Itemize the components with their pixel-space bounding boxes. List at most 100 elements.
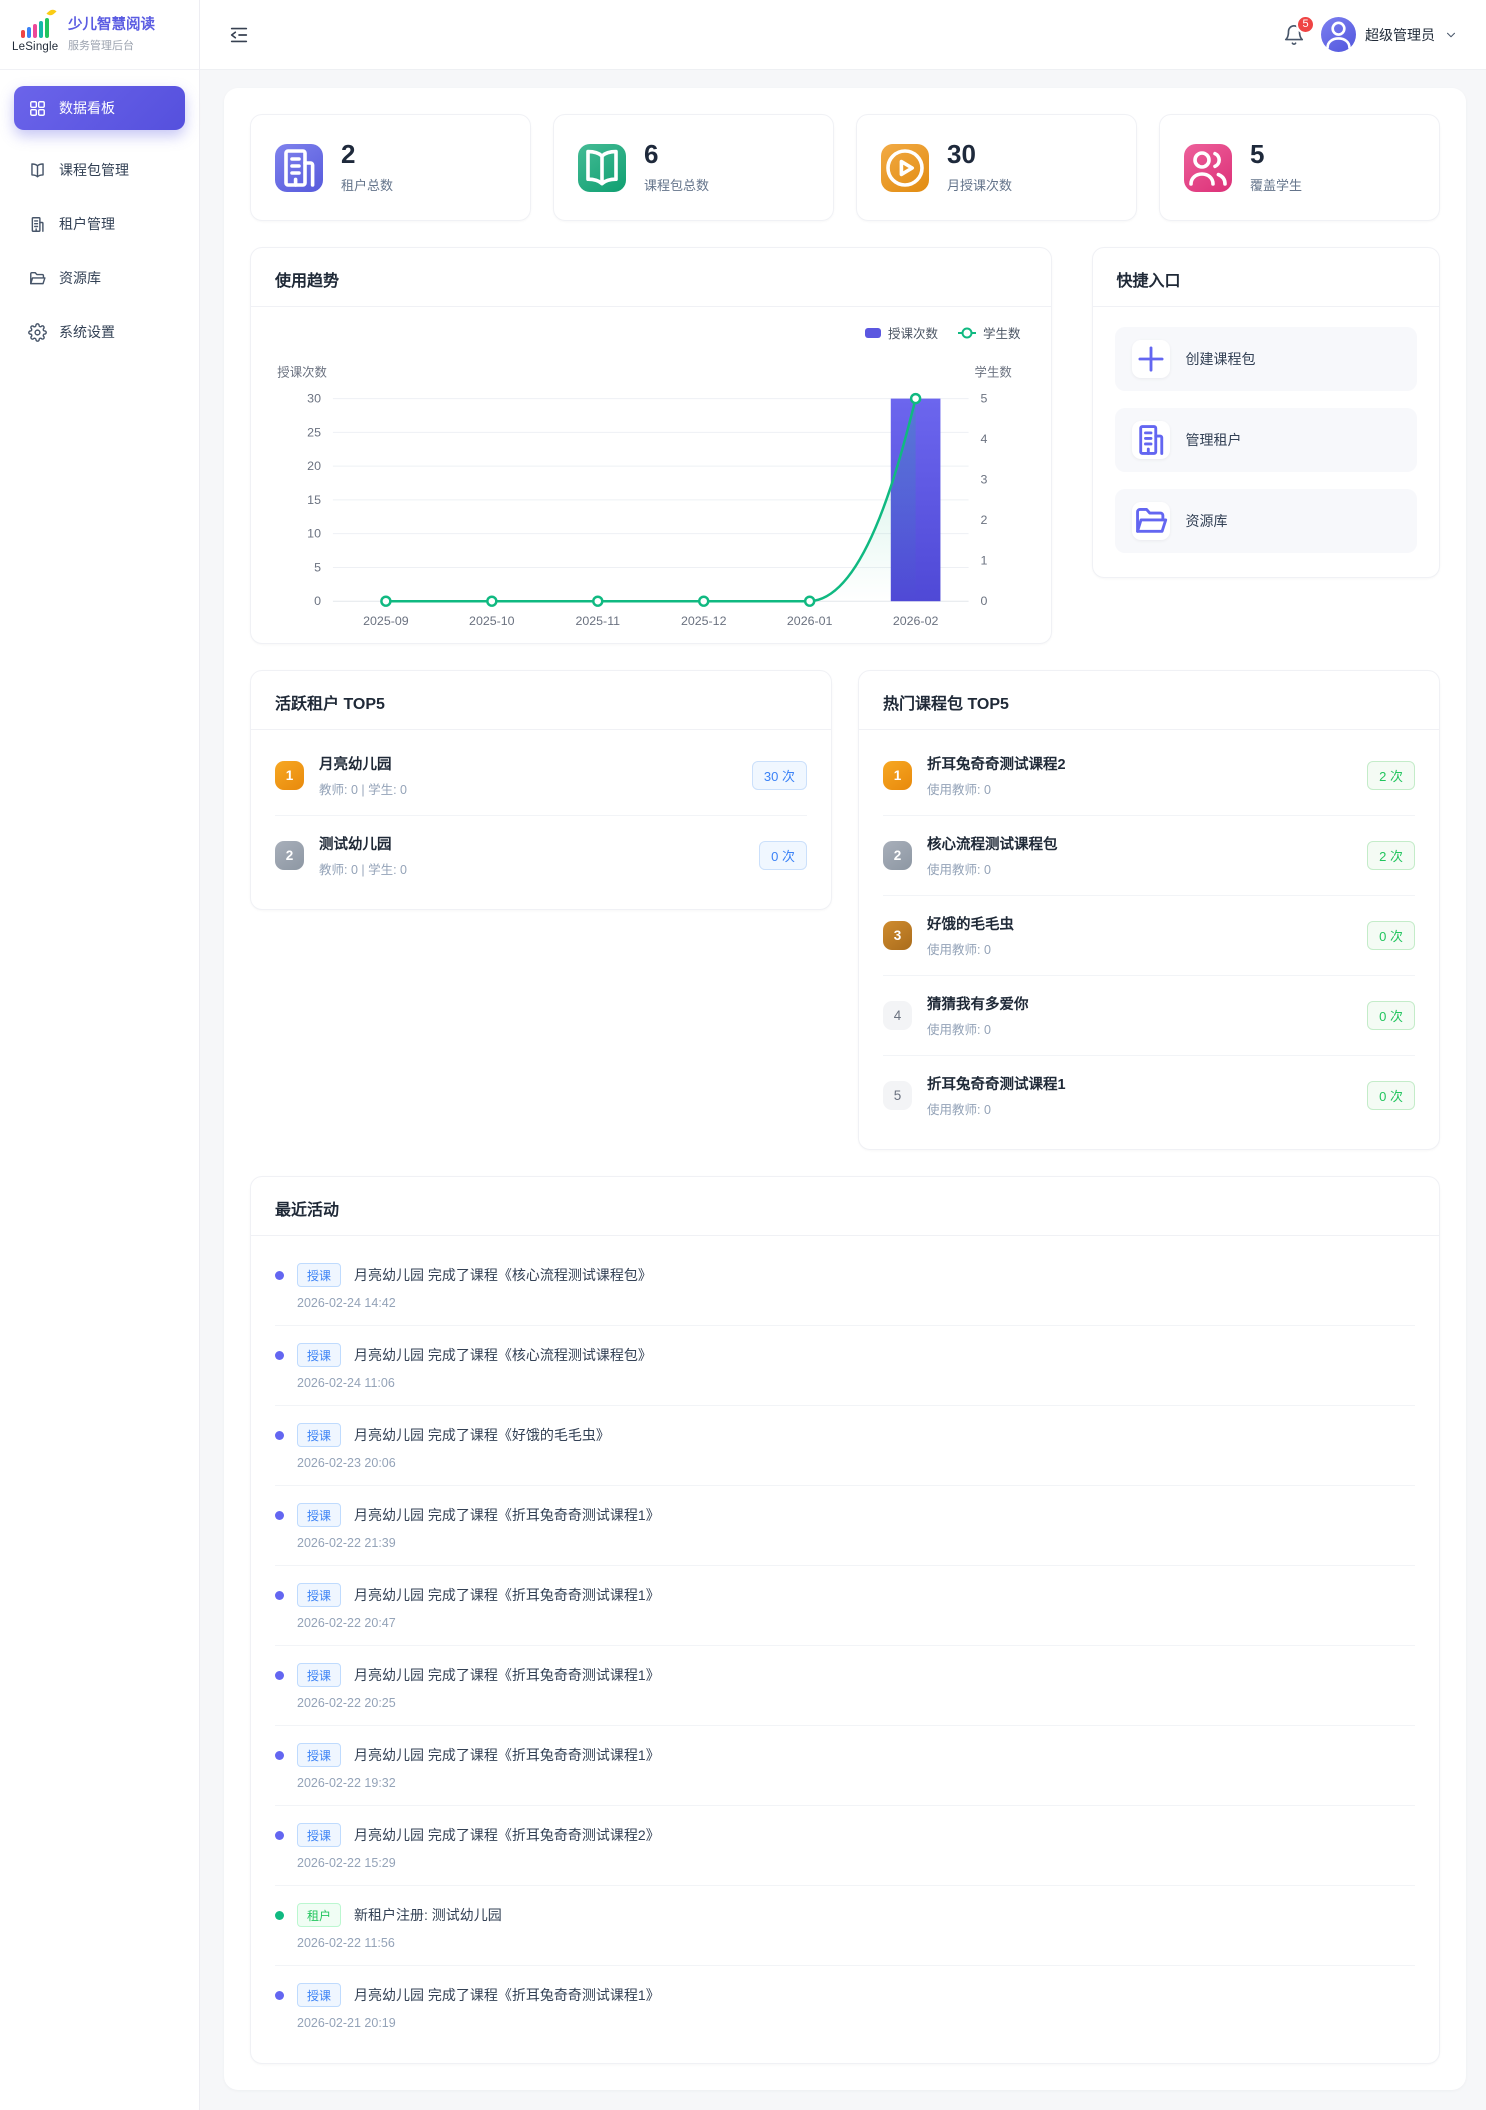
stats-row: 2 租户总数 6 课程包总数: [250, 114, 1440, 221]
quick-entry-label: 管理租户: [1186, 430, 1242, 450]
app-root: LeSingle 少儿智慧阅读 服务管理后台 数据看板 课程包管理: [0, 0, 1486, 2110]
course-row: 2 核心流程测试课程包 使用教师: 0 2 次: [883, 816, 1415, 896]
quick-entry-item[interactable]: 资源库: [1115, 489, 1418, 553]
building-icon: [28, 215, 47, 234]
brand-subtitle: 服务管理后台: [68, 37, 155, 53]
book-icon: [28, 161, 47, 180]
activity-text: 月亮幼儿园 完成了课程《折耳兔奇奇测试课程1》: [354, 1985, 660, 2005]
rank-badge: 5: [883, 1081, 912, 1110]
course-name: 核心流程测试课程包: [927, 833, 1058, 854]
sidebar-item[interactable]: 课程包管理: [14, 148, 185, 192]
activity-row: 授课 月亮幼儿园 完成了课程《折耳兔奇奇测试课程1》 2026-02-22 20…: [275, 1646, 1415, 1726]
course-name: 猜猜我有多爱你: [927, 993, 1029, 1014]
usage-count-badge: 0 次: [1367, 1081, 1415, 1110]
activity-text: 月亮幼儿园 完成了课程《好饿的毛毛虫》: [354, 1425, 610, 1445]
quick-entry-item[interactable]: 管理租户: [1115, 408, 1418, 472]
notification-bell-icon[interactable]: 5: [1283, 24, 1305, 46]
course-meta: 使用教师: 0: [927, 859, 1058, 878]
activity-time: 2026-02-22 20:25: [297, 1696, 1415, 1710]
svg-text:授课次数: 授课次数: [277, 365, 327, 380]
logo-icon: LeSingle: [12, 16, 58, 53]
brand-title: 少儿智慧阅读: [68, 16, 155, 35]
content-column: 5 超级管理员 2: [200, 0, 1486, 2110]
tenant-meta: 教师: 0 | 学生: 0: [319, 859, 407, 878]
activity-dot: [275, 1591, 284, 1600]
topbar-right: 5 超级管理员: [1283, 17, 1458, 52]
activity-tag: 授课: [297, 1503, 341, 1527]
rank-badge: 1: [275, 761, 304, 790]
sidebar-item[interactable]: 资源库: [14, 256, 185, 300]
activity-dot: [275, 1991, 284, 2000]
svg-text:5: 5: [981, 392, 988, 406]
activity-time: 2026-02-21 20:19: [297, 2016, 1415, 2030]
usage-trend-title: 使用趋势: [251, 248, 1051, 307]
activity-text: 新租户注册: 测试幼儿园: [354, 1905, 502, 1925]
sidebar-item-label: 系统设置: [59, 322, 115, 342]
dashboard-container: 2 租户总数 6 课程包总数: [224, 88, 1466, 2090]
svg-text:2: 2: [981, 513, 988, 527]
activity-row: 授课 月亮幼儿园 完成了课程《折耳兔奇奇测试课程1》 2026-02-22 20…: [275, 1566, 1415, 1646]
sidebar-item[interactable]: 系统设置: [14, 310, 185, 354]
sidebar-collapse-icon[interactable]: [228, 24, 250, 46]
activity-row: 租户 新租户注册: 测试幼儿园 2026-02-22 11:56: [275, 1886, 1415, 1966]
folder-icon: [28, 269, 47, 288]
usage-count-badge: 0 次: [759, 841, 807, 870]
activity-time: 2026-02-24 14:42: [297, 1296, 1415, 1310]
rank-badge: 2: [275, 841, 304, 870]
activity-text: 月亮幼儿园 完成了课程《折耳兔奇奇测试课程1》: [354, 1745, 660, 1765]
course-row: 1 折耳兔奇奇测试课程2 使用教师: 0 2 次: [883, 736, 1415, 816]
book-icon: [578, 144, 626, 192]
svg-text:3: 3: [981, 473, 988, 487]
activity-dot: [275, 1831, 284, 1840]
active-tenants-card: 活跃租户 TOP5 1 月亮幼儿园 教师: 0 | 学生: 0: [250, 670, 832, 910]
activity-time: 2026-02-22 21:39: [297, 1536, 1415, 1550]
legend-swatch: [865, 328, 881, 338]
brand-text: 少儿智慧阅读 服务管理后台: [68, 16, 155, 53]
users-icon: [1184, 144, 1232, 192]
activity-text: 月亮幼儿园 完成了课程《核心流程测试课程包》: [354, 1345, 652, 1365]
activity-tag: 授课: [297, 1263, 341, 1287]
stat-value: 30: [947, 141, 1012, 168]
sidebar-item[interactable]: 数据看板: [14, 86, 185, 130]
activity-row: 授课 月亮幼儿园 完成了课程《核心流程测试课程包》 2026-02-24 11:…: [275, 1326, 1415, 1406]
stat-value: 6: [644, 141, 709, 168]
quick-entry-item[interactable]: 创建课程包: [1115, 327, 1418, 391]
rank-badge: 4: [883, 1001, 912, 1030]
tenant-row: 2 测试幼儿园 教师: 0 | 学生: 0 0 次: [275, 816, 807, 895]
hot-courses-list: 1 折耳兔奇奇测试课程2 使用教师: 0 2 次 2: [859, 730, 1439, 1149]
activity-dot: [275, 1911, 284, 1920]
activity-tag: 授课: [297, 1663, 341, 1687]
course-meta: 使用教师: 0: [927, 1019, 1029, 1038]
activity-time: 2026-02-22 20:47: [297, 1616, 1415, 1630]
svg-text:2025-09: 2025-09: [363, 614, 409, 628]
activity-dot: [275, 1751, 284, 1760]
activity-tag: 授课: [297, 1823, 341, 1847]
sidebar-item-label: 数据看板: [59, 98, 115, 118]
usage-count-badge: 0 次: [1367, 1001, 1415, 1030]
activity-row: 授课 月亮幼儿园 完成了课程《核心流程测试课程包》 2026-02-24 14:…: [275, 1246, 1415, 1326]
sidebar-item[interactable]: 租户管理: [14, 202, 185, 246]
svg-text:20: 20: [307, 459, 321, 473]
activity-row: 授课 月亮幼儿园 完成了课程《好饿的毛毛虫》 2026-02-23 20:06: [275, 1406, 1415, 1486]
legend-item: 学生数: [958, 323, 1021, 342]
chevron-down-icon: [1444, 28, 1458, 42]
legend-label: 授课次数: [888, 323, 938, 342]
user-menu[interactable]: 超级管理员: [1321, 17, 1458, 52]
user-name: 超级管理员: [1365, 25, 1435, 45]
activity-row: 授课 月亮幼儿园 完成了课程《折耳兔奇奇测试课程1》 2026-02-22 19…: [275, 1726, 1415, 1806]
stat-value: 2: [341, 141, 393, 168]
stat-label: 覆盖学生: [1250, 175, 1302, 194]
recent-activity-list: 授课 月亮幼儿园 完成了课程《核心流程测试课程包》 2026-02-24 14:…: [251, 1236, 1439, 2063]
trend-row: 使用趋势 授课次数: [250, 247, 1440, 644]
sidebar-item-label: 课程包管理: [59, 160, 129, 180]
activity-row: 授课 月亮幼儿园 完成了课程《折耳兔奇奇测试课程1》 2026-02-22 21…: [275, 1486, 1415, 1566]
stat-label: 月授课次数: [947, 175, 1012, 194]
activity-row: 授课 月亮幼儿园 完成了课程《折耳兔奇奇测试课程1》 2026-02-21 20…: [275, 1966, 1415, 2045]
usage-count-badge: 2 次: [1367, 841, 1415, 870]
avatar: [1321, 17, 1356, 52]
course-row: 5 折耳兔奇奇测试课程1 使用教师: 0 0 次: [883, 1056, 1415, 1135]
building-icon: [1132, 421, 1170, 459]
stat-card: 30 月授课次数: [856, 114, 1137, 221]
course-meta: 使用教师: 0: [927, 939, 1014, 958]
activity-text: 月亮幼儿园 完成了课程《折耳兔奇奇测试课程2》: [354, 1825, 660, 1845]
